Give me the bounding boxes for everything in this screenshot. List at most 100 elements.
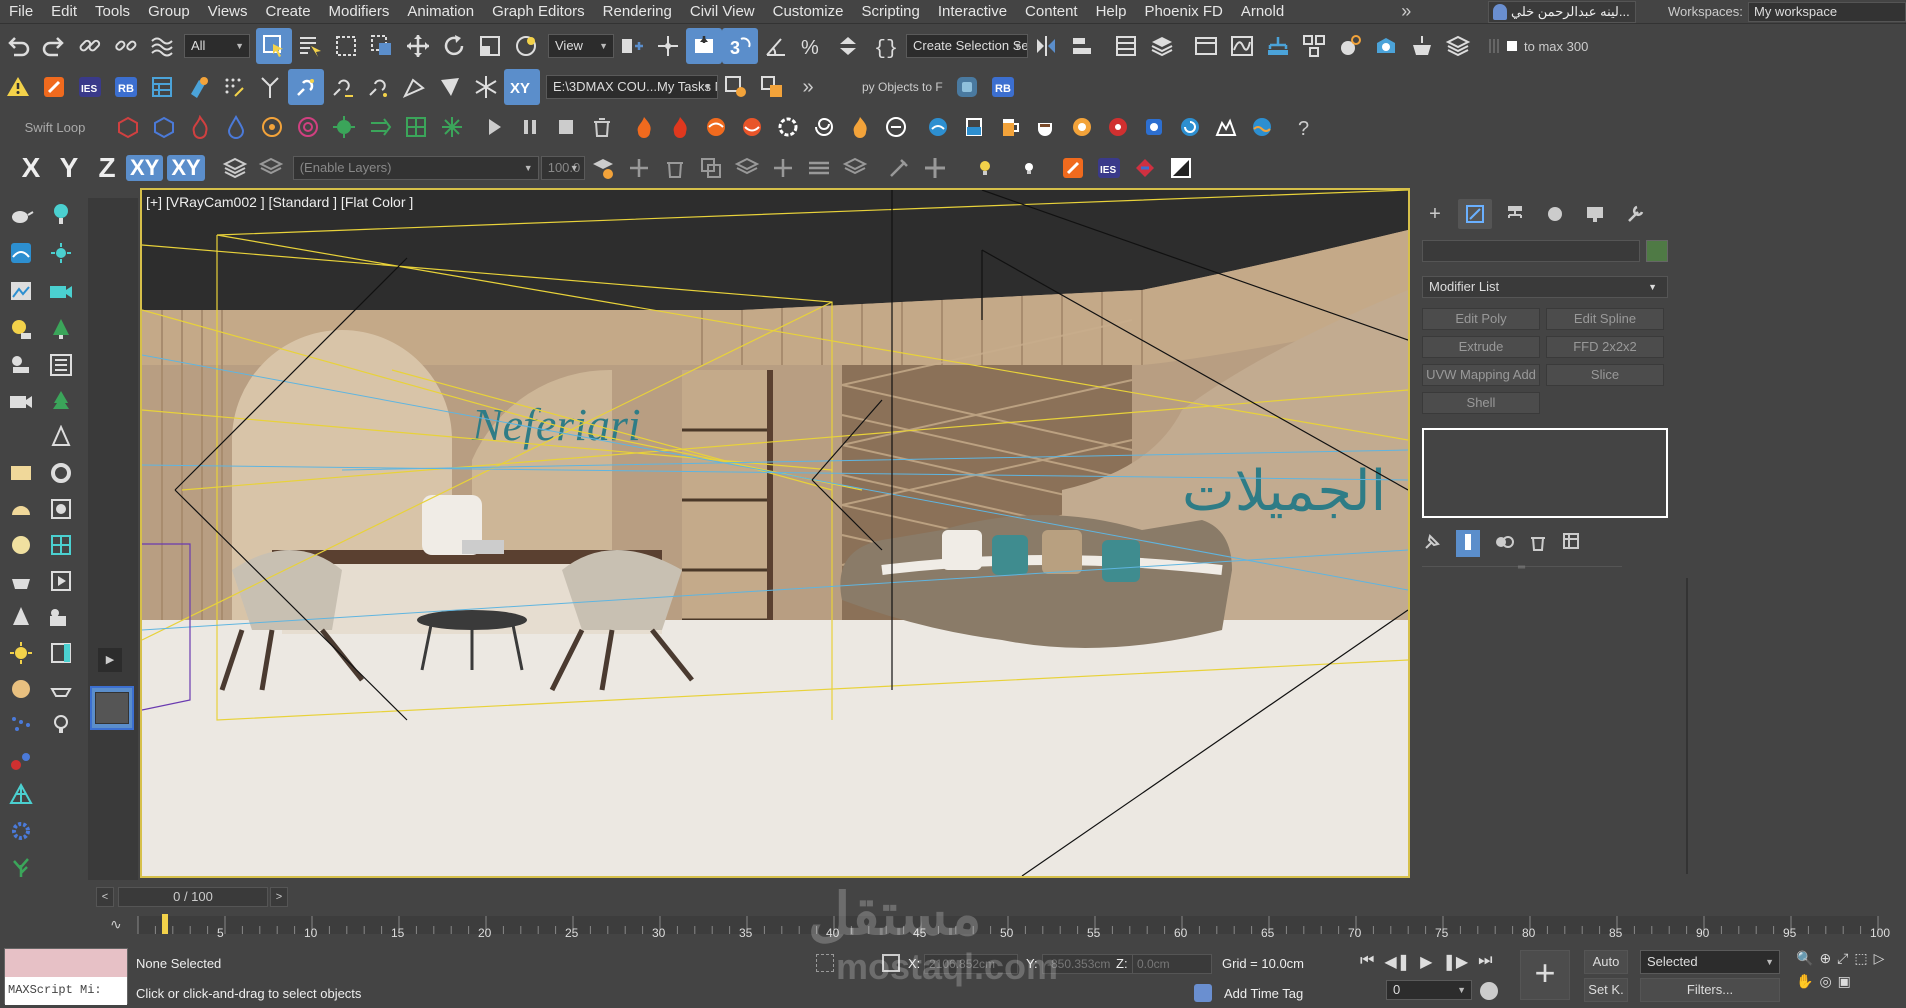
material-editor-icon[interactable] — [1296, 28, 1332, 64]
modify-tab-icon[interactable] — [1458, 199, 1492, 229]
liquid-source-icon[interactable] — [1136, 109, 1172, 145]
named-selection-sets-dropdown[interactable]: Create Selection Set — [906, 34, 1028, 58]
layer-stack-icon[interactable] — [801, 150, 837, 186]
pan-icon[interactable]: ✋ — [1796, 973, 1813, 990]
snaps-toggle-icon[interactable]: 3 — [722, 28, 758, 64]
phoenix-ball-icon[interactable] — [698, 109, 734, 145]
key-mode-dropdown[interactable]: Selected — [1640, 950, 1780, 974]
spinner-snap-icon[interactable] — [830, 28, 866, 64]
workspace-dropdown[interactable]: My workspace — [1748, 2, 1906, 22]
zoom-all-icon[interactable]: ⊕ — [1819, 950, 1831, 967]
paint-icon[interactable] — [180, 69, 216, 105]
snowflake-icon[interactable] — [468, 69, 504, 105]
rock-tree-icon[interactable] — [46, 422, 76, 452]
snap-tool-icon[interactable] — [288, 69, 324, 105]
menu-modifiers[interactable]: Modifiers — [320, 0, 399, 24]
timeline-track[interactable]: ∿ 5 10 15 20 25 30 35 40 45 50 55 60 65 70 75 80 85 90 95 1… — [94, 912, 1906, 942]
phoenix-ball2-icon[interactable] — [734, 109, 770, 145]
boat-icon[interactable] — [46, 674, 76, 704]
camera-dark-icon[interactable] — [6, 386, 36, 416]
time-slider-prev-button[interactable]: < — [96, 887, 114, 907]
move-icon[interactable] — [400, 28, 436, 64]
select-by-name-icon[interactable] — [292, 28, 328, 64]
angle-snap-icon[interactable] — [758, 28, 794, 64]
liquid-tank-icon[interactable] — [956, 109, 992, 145]
phoenix-smoke-icon[interactable] — [878, 109, 914, 145]
pen-edge-icon[interactable] — [396, 69, 432, 105]
align-icon[interactable] — [1064, 28, 1100, 64]
scale-icon[interactable] — [472, 28, 508, 64]
uvw-mapping-button[interactable]: UVW Mapping Add — [1422, 364, 1540, 386]
fire-outline-icon[interactable] — [182, 109, 218, 145]
liquid-red-icon[interactable] — [1100, 109, 1136, 145]
object-list-icon[interactable] — [46, 350, 76, 380]
bind-space-warp-icon[interactable] — [144, 28, 180, 64]
bulb-outline-icon[interactable] — [46, 710, 76, 740]
pine-icon[interactable] — [46, 386, 76, 416]
menu-animation[interactable]: Animation — [398, 0, 483, 24]
modifier-stack[interactable] — [1422, 428, 1668, 518]
frame-buffer-icon[interactable] — [1163, 150, 1199, 186]
pen-face-icon[interactable] — [432, 69, 468, 105]
menu-create[interactable]: Create — [257, 0, 320, 24]
edit-poly-button[interactable]: Edit Poly — [1422, 308, 1540, 330]
rotate-icon[interactable] — [436, 28, 472, 64]
basket-icon[interactable] — [6, 566, 36, 596]
wireframe-icon[interactable] — [6, 780, 36, 810]
copy-objects-label[interactable]: py Objects to F — [856, 80, 949, 94]
plus-helper-icon[interactable] — [917, 150, 953, 186]
edit-named-selection-icon[interactable]: {} — [866, 28, 902, 64]
snap-midpoint-icon[interactable] — [360, 69, 396, 105]
layer-opacity-field[interactable]: 100.0 — [540, 156, 585, 180]
branch-tool-icon[interactable] — [252, 69, 288, 105]
menu-file[interactable]: File — [0, 0, 42, 24]
add-time-tag-button[interactable]: Add Time Tag — [1224, 986, 1303, 1001]
liquid-sim-icon[interactable] — [920, 109, 956, 145]
configure-sets-icon[interactable] — [1562, 532, 1582, 555]
placement-icon[interactable] — [508, 28, 544, 64]
keyboard-shortcut-override-icon[interactable] — [686, 28, 722, 64]
emitter-green-icon[interactable] — [326, 109, 362, 145]
window-crossing-icon[interactable] — [364, 28, 400, 64]
light-bulb-left-icon[interactable] — [6, 314, 36, 344]
expand-arrow-icon[interactable]: ▶ — [98, 648, 122, 672]
fov-icon[interactable]: ▷ — [1874, 950, 1885, 967]
ocean-icon[interactable] — [1208, 109, 1244, 145]
box-blue-icon[interactable] — [146, 109, 182, 145]
menu-graph-editors[interactable]: Graph Editors — [483, 0, 594, 24]
light-teardrop-icon[interactable] — [46, 200, 76, 230]
liquid-orange-icon[interactable] — [1064, 109, 1100, 145]
show-end-result-icon[interactable] — [1456, 530, 1480, 557]
tree-icon[interactable] — [46, 314, 76, 344]
axis-x-button[interactable]: X — [12, 152, 50, 184]
molecule-icon[interactable] — [6, 746, 36, 776]
teapot-icon[interactable] — [6, 200, 36, 230]
video-camera-icon[interactable] — [46, 602, 76, 632]
set-key-big-icon[interactable]: + — [1520, 950, 1570, 1000]
remove-modifier-icon[interactable] — [1528, 532, 1548, 555]
isolate-icon[interactable] — [816, 954, 834, 972]
menu-interactive[interactable]: Interactive — [929, 0, 1016, 24]
select-manipulate-icon[interactable] — [650, 28, 686, 64]
layer-explorer-icon[interactable] — [1144, 28, 1180, 64]
plant-icon[interactable] — [6, 852, 36, 882]
play-icon[interactable] — [476, 109, 512, 145]
help-icon[interactable]: ? — [1286, 109, 1322, 145]
axis-xy-button[interactable]: XY — [126, 155, 164, 181]
beer-mug-icon[interactable] — [992, 109, 1028, 145]
zoom-icon[interactable]: 🔍 — [1796, 950, 1813, 967]
layer-select-icon[interactable] — [729, 150, 765, 186]
next-frame-icon[interactable]: ❚▶ — [1442, 952, 1468, 972]
layer-delete-icon[interactable] — [657, 150, 693, 186]
maximize-viewport-icon[interactable]: ▣ — [1838, 973, 1851, 990]
layer-new-icon[interactable] — [621, 150, 657, 186]
maxscript-output[interactable] — [5, 949, 127, 977]
scene-states-icon[interactable] — [1440, 28, 1476, 64]
overflow-chevron-icon[interactable]: » — [790, 69, 826, 105]
gear-blue-icon[interactable] — [6, 816, 36, 846]
menu-views[interactable]: Views — [199, 0, 257, 24]
ies2-icon[interactable]: IES — [1091, 150, 1127, 186]
layer-copy-icon[interactable] — [693, 150, 729, 186]
layer-add-sel-icon[interactable] — [765, 150, 801, 186]
select-object-icon[interactable] — [256, 28, 292, 64]
